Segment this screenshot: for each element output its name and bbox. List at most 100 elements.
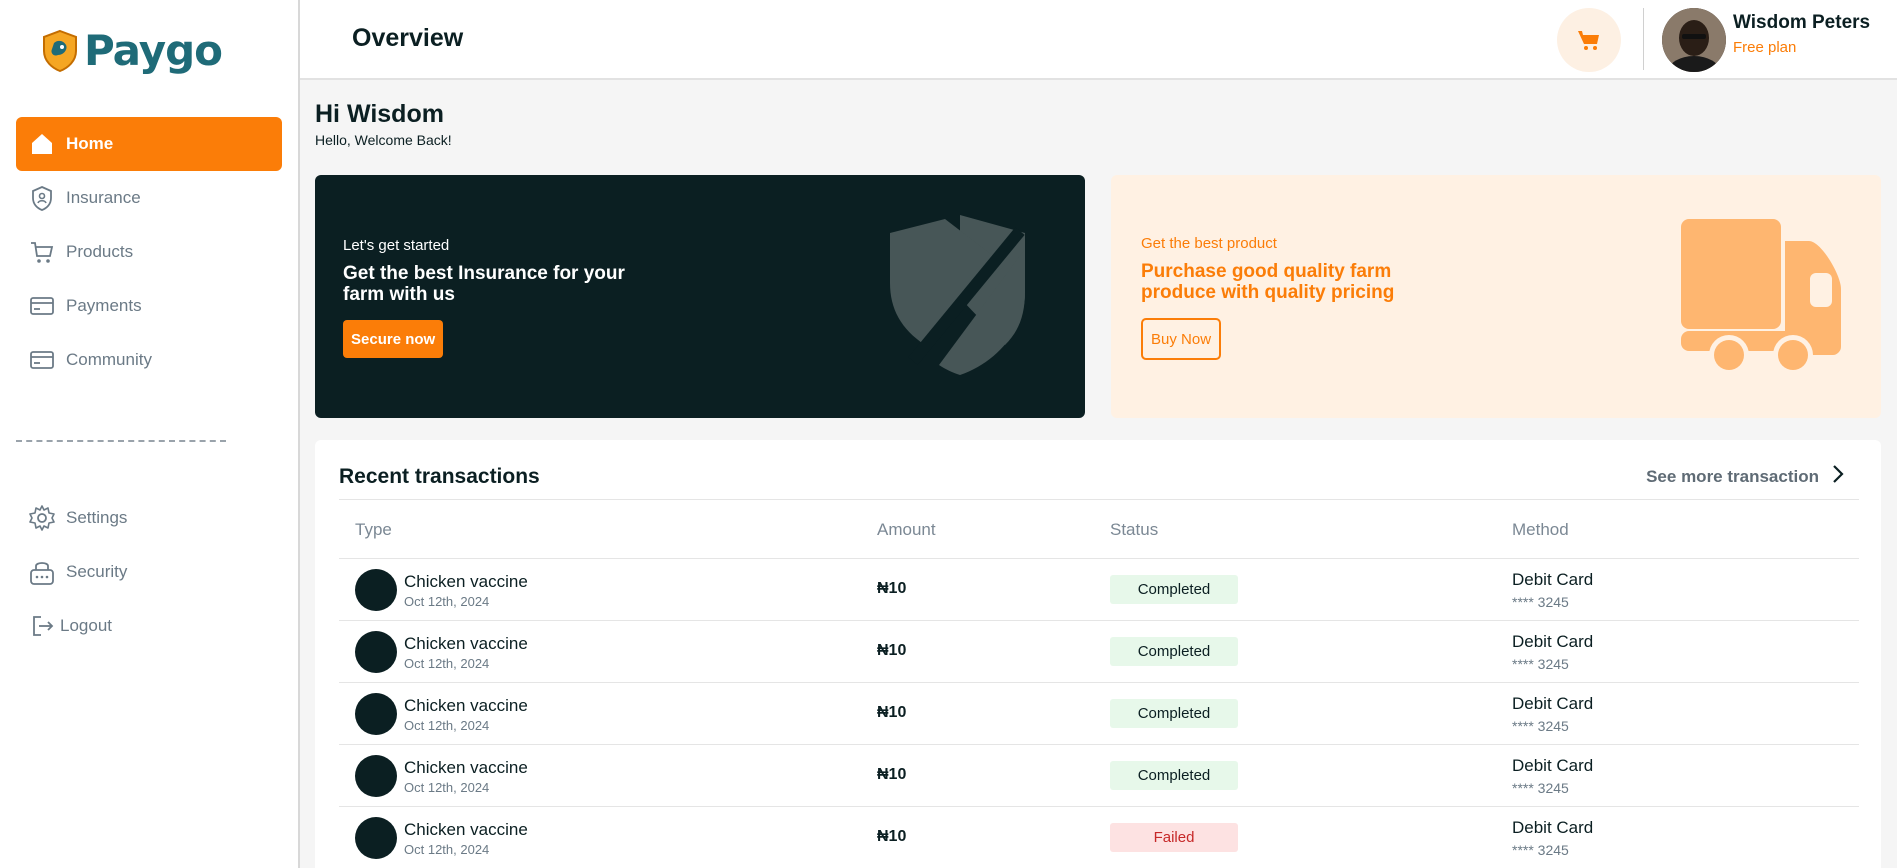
- buy-now-button[interactable]: Buy Now: [1141, 318, 1222, 360]
- status-badge: Completed: [1110, 637, 1238, 666]
- transaction-type: Chicken vaccine: [404, 758, 528, 777]
- see-more-label: See more transaction: [1646, 466, 1819, 486]
- card-number: **** 3245: [1512, 780, 1569, 796]
- sidebar-item-label: Home: [66, 134, 114, 153]
- transaction-date: Oct 12th, 2024: [404, 842, 490, 857]
- transaction-date: Oct 12th, 2024: [404, 656, 490, 671]
- shield-icon: [28, 184, 56, 212]
- sidebar-item-home[interactable]: Home: [16, 117, 282, 171]
- status-badge: Completed: [1110, 761, 1238, 790]
- transaction-type: Chicken vaccine: [404, 820, 528, 839]
- user-name: Wisdom Peters: [1733, 12, 1871, 33]
- top-header: Overview Wisdom Peters Free plan: [300, 0, 1897, 80]
- transaction-amount: ₦10: [877, 828, 907, 845]
- see-more-transactions-link[interactable]: See more transaction: [1646, 464, 1845, 489]
- transaction-amount: ₦10: [877, 642, 907, 659]
- sidebar-item-label: Products: [66, 242, 134, 261]
- transaction-avatar: [355, 693, 397, 735]
- truck-icon: [1681, 215, 1846, 380]
- home-icon: [28, 130, 56, 158]
- cart-icon: [28, 238, 56, 266]
- payment-method: Debit Card: [1512, 818, 1594, 837]
- payment-method: Debit Card: [1512, 632, 1594, 651]
- payment-method: Debit Card: [1512, 694, 1594, 713]
- transaction-amount: ₦10: [877, 766, 907, 783]
- sidebar-secondary-nav: Settings Security Logout: [16, 491, 282, 653]
- transaction-date: Oct 12th, 2024: [404, 718, 490, 733]
- lock-icon: [28, 558, 56, 586]
- logo-text: Paygo: [84, 26, 223, 75]
- header-separator: [1643, 8, 1644, 70]
- transaction-amount: ₦10: [877, 580, 907, 597]
- card-icon: [28, 292, 56, 320]
- promo-headline: Get the best Insurance for your farm wit…: [343, 263, 625, 305]
- recent-transactions-panel: Recent transactions See more transaction…: [315, 440, 1881, 868]
- sidebar-item-products[interactable]: Products: [16, 225, 282, 279]
- logo-shield-icon: [43, 29, 77, 72]
- payment-method: Debit Card: [1512, 570, 1594, 589]
- product-promo-card: Get the best product Purchase good quali…: [1111, 175, 1881, 418]
- sidebar-item-insurance[interactable]: Insurance: [16, 171, 282, 225]
- column-header-amount[interactable]: Amount: [877, 520, 936, 540]
- sidebar-item-label: Payments: [66, 296, 142, 315]
- table-row[interactable]: Chicken vaccine Oct 12th, 2024 ₦10 Compl…: [339, 745, 1859, 807]
- transaction-avatar: [355, 569, 397, 611]
- status-badge: Failed: [1110, 823, 1238, 852]
- card-number: **** 3245: [1512, 718, 1569, 734]
- table-row[interactable]: Chicken vaccine Oct 12th, 2024 ₦10 Compl…: [339, 683, 1859, 745]
- card-number: **** 3245: [1512, 842, 1569, 858]
- insurance-promo-card: Let's get started Get the best Insurance…: [315, 175, 1085, 418]
- shield-icon: [885, 213, 1035, 388]
- sidebar-item-logout[interactable]: Logout: [16, 599, 282, 653]
- transaction-type: Chicken vaccine: [404, 696, 528, 715]
- sidebar-item-label: Logout: [60, 616, 112, 635]
- status-badge: Completed: [1110, 699, 1238, 728]
- status-badge: Completed: [1110, 575, 1238, 604]
- transaction-avatar: [355, 817, 397, 859]
- table-header: Type Amount Status Method: [339, 499, 1859, 559]
- sidebar-item-security[interactable]: Security: [16, 545, 282, 599]
- sidebar-item-community[interactable]: Community: [16, 333, 282, 387]
- sidebar: Paygo Home Insurance Products Payments C…: [0, 0, 300, 868]
- transaction-date: Oct 12th, 2024: [404, 594, 490, 609]
- table-row[interactable]: Chicken vaccine Oct 12th, 2024 ₦10 Compl…: [339, 621, 1859, 683]
- transaction-avatar: [355, 755, 397, 797]
- table-row[interactable]: Chicken vaccine Oct 12th, 2024 ₦10 Compl…: [339, 559, 1859, 621]
- sidebar-item-label: Settings: [66, 508, 128, 527]
- transaction-amount: ₦10: [877, 704, 907, 721]
- transactions-table: Type Amount Status Method Chicken vaccin…: [339, 499, 1859, 868]
- cart-button[interactable]: [1557, 8, 1621, 72]
- cart-icon: [1578, 31, 1599, 50]
- avatar[interactable]: [1662, 8, 1726, 72]
- transaction-type: Chicken vaccine: [404, 572, 528, 591]
- card-icon: [28, 346, 56, 374]
- user-plan[interactable]: Free plan: [1733, 39, 1796, 56]
- greeting-subtitle: Hello, Welcome Back!: [315, 132, 452, 148]
- column-header-method[interactable]: Method: [1512, 520, 1569, 540]
- payment-method: Debit Card: [1512, 756, 1594, 775]
- transaction-type: Chicken vaccine: [404, 634, 528, 653]
- sidebar-item-label: Insurance: [66, 188, 141, 207]
- section-title: Recent transactions: [339, 465, 540, 488]
- table-row[interactable]: Chicken vaccine Oct 12th, 2024 ₦10 Faile…: [339, 807, 1859, 868]
- chevron-right-icon: [1831, 464, 1845, 489]
- app-logo[interactable]: Paygo: [40, 26, 223, 75]
- sidebar-item-settings[interactable]: Settings: [16, 491, 282, 545]
- gear-icon: [28, 504, 56, 532]
- sidebar-item-label: Community: [66, 350, 152, 369]
- promo-headline: Purchase good quality farm produce with …: [1141, 261, 1395, 303]
- column-header-type[interactable]: Type: [355, 520, 392, 540]
- transaction-date: Oct 12th, 2024: [404, 780, 490, 795]
- sidebar-item-label: Security: [66, 562, 128, 581]
- sidebar-nav: Home Insurance Products Payments Communi…: [16, 117, 282, 387]
- greeting-title: Hi Wisdom: [315, 100, 444, 128]
- sidebar-divider: [16, 440, 226, 442]
- card-number: **** 3245: [1512, 656, 1569, 672]
- promo-kicker: Let's get started: [343, 237, 450, 254]
- transaction-avatar: [355, 631, 397, 673]
- avatar-photo: [1662, 8, 1726, 72]
- sidebar-item-payments[interactable]: Payments: [16, 279, 282, 333]
- column-header-status[interactable]: Status: [1110, 520, 1158, 540]
- page-title: Overview: [352, 24, 464, 52]
- secure-now-button[interactable]: Secure now: [343, 320, 444, 358]
